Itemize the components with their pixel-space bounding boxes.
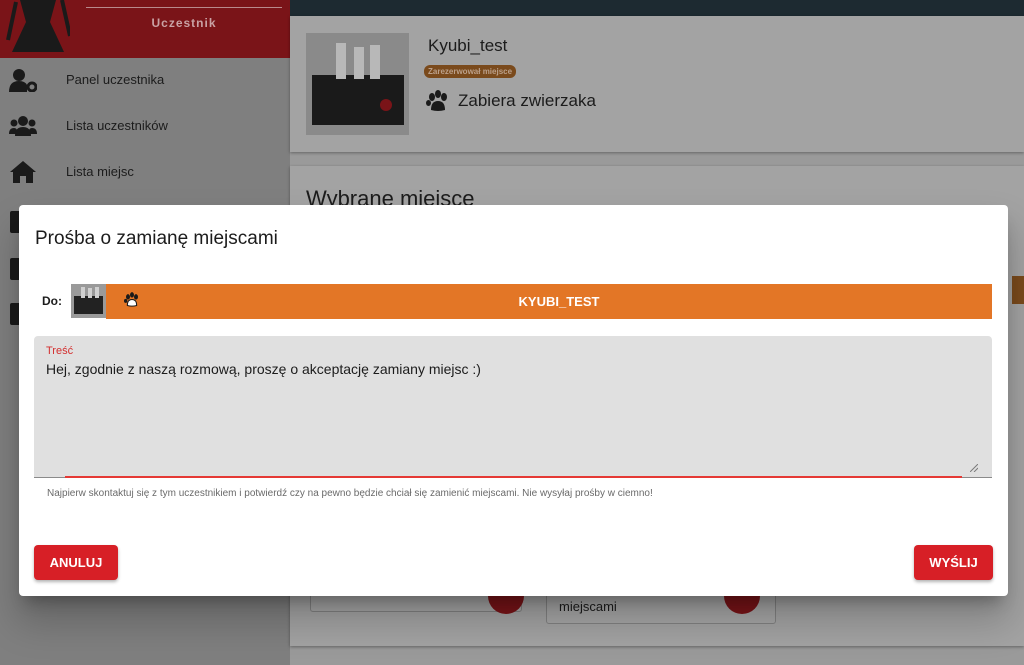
helper-text: Najpierw skontaktuj się z tym uczestniki… — [47, 488, 653, 499]
message-label: Treść — [46, 345, 74, 357]
sidebar-item-panel[interactable]: Panel uczestnika — [0, 58, 290, 104]
recipient-photo — [71, 284, 106, 318]
home-icon — [10, 161, 36, 183]
sidebar-item-label: Lista uczestników — [66, 118, 168, 133]
sidebar-item-label: Lista miejsc — [66, 164, 134, 179]
pet-label: Zabiera zwierzaka — [458, 91, 596, 110]
status-badge: Zarezerwował miejsce — [424, 65, 517, 78]
send-button[interactable]: WYŚLIJ — [914, 545, 993, 580]
ninja-avatar-icon — [6, 0, 70, 52]
recipient-name: KYUBI_TEST — [518, 294, 600, 309]
sidebar-header: Uczestnik — [0, 0, 290, 58]
cancel-button[interactable]: ANULUJ — [34, 545, 118, 580]
header-divider — [86, 7, 282, 8]
sidebar-item-label: Panel uczestnika — [66, 72, 165, 87]
dialog-title: Prośba o zamianę miejscami — [35, 228, 278, 249]
user-role: Uczestnik — [151, 16, 217, 30]
top-app-bar — [290, 0, 1024, 16]
participant-photo — [306, 33, 409, 135]
field-focus-underline — [65, 476, 962, 478]
paw-icon — [426, 90, 447, 111]
message-field: Treść — [34, 336, 992, 478]
sidebar-item-participants[interactable]: Lista uczestników — [0, 104, 290, 150]
pet-info: Zabiera zwierzaka — [426, 90, 596, 112]
recipient-chip: KYUBI_TEST — [106, 284, 992, 319]
bg-field-text: miejscami — [559, 599, 617, 614]
sidebar-item-places[interactable]: Lista miejsc — [0, 150, 290, 196]
user-gear-icon — [9, 69, 37, 92]
swap-request-dialog: Prośba o zamianę miejscami Do: KYUBI_TES… — [19, 205, 1008, 596]
participant-name: Kyubi_test — [428, 36, 508, 55]
recipient-label: Do: — [42, 294, 62, 308]
resize-handle-icon[interactable] — [970, 464, 978, 472]
participant-card: Kyubi_test Zarezerwował miejsce Zabiera … — [290, 16, 1024, 152]
message-textarea[interactable] — [46, 361, 946, 451]
users-icon — [9, 116, 37, 136]
bg-orange-edge — [1012, 276, 1024, 304]
